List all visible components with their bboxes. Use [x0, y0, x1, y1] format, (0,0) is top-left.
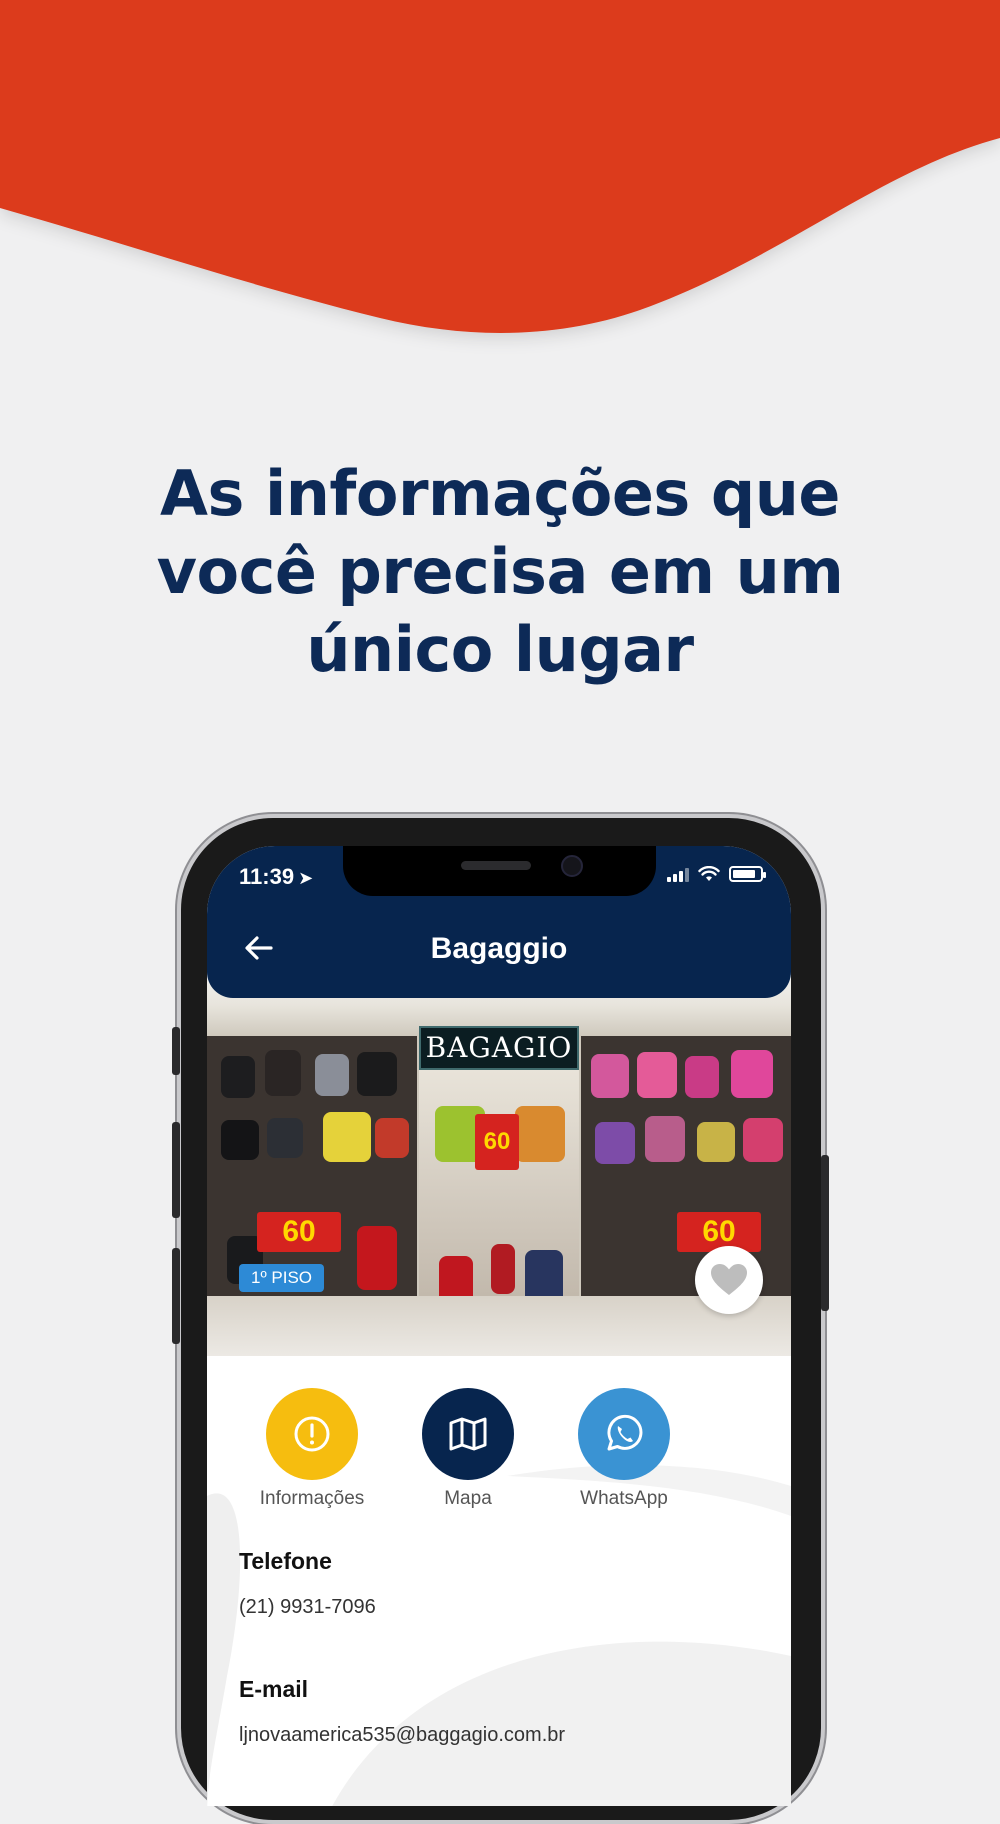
promo-sign-center: 60: [475, 1114, 519, 1170]
map-action-label: Mapa: [444, 1488, 492, 1509]
phone-power-button: [821, 1155, 829, 1311]
map-icon: [422, 1388, 514, 1480]
phone-mute-switch: [172, 1027, 180, 1075]
phone-value[interactable]: (21) 9931-7096: [239, 1596, 376, 1619]
headline-line-3: único lugar: [306, 613, 694, 686]
app-header: 11:39 ➤ Bagaggio: [207, 846, 791, 998]
phone-screen: 11:39 ➤ Bagaggio 60 60 60 BAGAGIO 1º PIS…: [207, 846, 791, 1806]
promo-sign-left: 60: [257, 1212, 341, 1252]
floor-badge: 1º PISO: [239, 1264, 325, 1292]
phone-label: Telefone: [239, 1548, 332, 1574]
email-value[interactable]: ljnovaamerica535@baggagio.com.br: [239, 1724, 565, 1747]
info-action-label: Informações: [259, 1488, 365, 1509]
favorite-button[interactable]: [695, 1246, 763, 1314]
info-action[interactable]: Informações: [247, 1388, 377, 1510]
info-icon: [266, 1388, 358, 1480]
headline-line-2: você precisa em um: [156, 535, 844, 608]
heart-icon: [711, 1264, 747, 1295]
location-arrow-icon: ➤: [298, 868, 314, 888]
whatsapp-action[interactable]: WhatsApp: [559, 1388, 689, 1510]
headline-line-1: As informações que: [160, 457, 840, 530]
phone-volume-up-button: [172, 1122, 180, 1218]
headline: As informações que você precisa em um ún…: [0, 455, 1000, 689]
whatsapp-icon: [578, 1388, 670, 1480]
store-title: Bagaggio: [430, 932, 568, 965]
phone-notch: [343, 846, 656, 896]
status-bar-time: 11:39 ➤: [239, 864, 313, 890]
speaker-grille: [461, 861, 531, 870]
promo-sign-right: 60: [677, 1212, 761, 1252]
whatsapp-action-label: WhatsApp: [580, 1488, 668, 1509]
status-bar-icons: [667, 866, 766, 882]
store-floor: [207, 1296, 791, 1356]
right-shelf: [581, 1036, 791, 1296]
email-label: E-mail: [239, 1676, 309, 1702]
wifi-icon: [698, 866, 720, 881]
front-camera: [561, 855, 583, 877]
store-entrance: 60: [419, 1066, 579, 1326]
cellular-signal-icon: [667, 868, 689, 882]
store-sign: BAGAGIO: [419, 1026, 579, 1070]
store-details: Informações Mapa WhatsApp Telefone (21) …: [207, 1356, 791, 1806]
left-shelf: [207, 1036, 417, 1296]
store-photo: 60 60 60 BAGAGIO 1º PISO: [207, 976, 791, 1356]
map-action[interactable]: Mapa: [403, 1388, 533, 1510]
battery-icon: [729, 866, 766, 882]
status-time-text: 11:39: [239, 864, 295, 889]
top-wave-decoration: [0, 0, 1000, 333]
phone-volume-down-button: [172, 1248, 180, 1344]
